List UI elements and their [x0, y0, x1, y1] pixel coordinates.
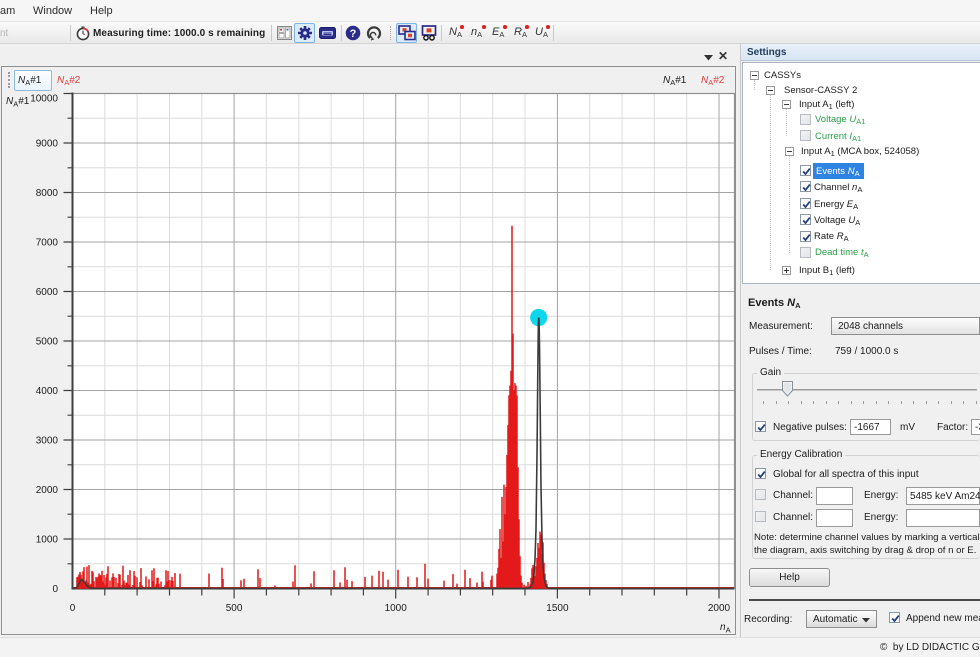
svg-text:9000: 9000 — [36, 139, 59, 150]
svg-text:10000: 10000 — [30, 94, 58, 105]
svg-text:3000: 3000 — [36, 436, 59, 447]
svg-text:1000: 1000 — [36, 535, 59, 546]
svg-text:1500: 1500 — [546, 603, 569, 614]
svg-text:6000: 6000 — [36, 287, 59, 298]
svg-text:8000: 8000 — [36, 188, 59, 199]
svg-text:2000: 2000 — [708, 603, 731, 614]
svg-text:0: 0 — [70, 603, 76, 614]
svg-text:7000: 7000 — [36, 238, 59, 249]
svg-text:4000: 4000 — [36, 386, 59, 397]
svg-text:2000: 2000 — [36, 485, 59, 496]
svg-text:500: 500 — [226, 603, 243, 614]
svg-text:NA#1: NA#1 — [6, 96, 30, 109]
svg-text:nA: nA — [720, 622, 731, 635]
svg-text:0: 0 — [52, 584, 58, 595]
svg-text:5000: 5000 — [36, 337, 59, 348]
svg-text:1000: 1000 — [385, 603, 408, 614]
